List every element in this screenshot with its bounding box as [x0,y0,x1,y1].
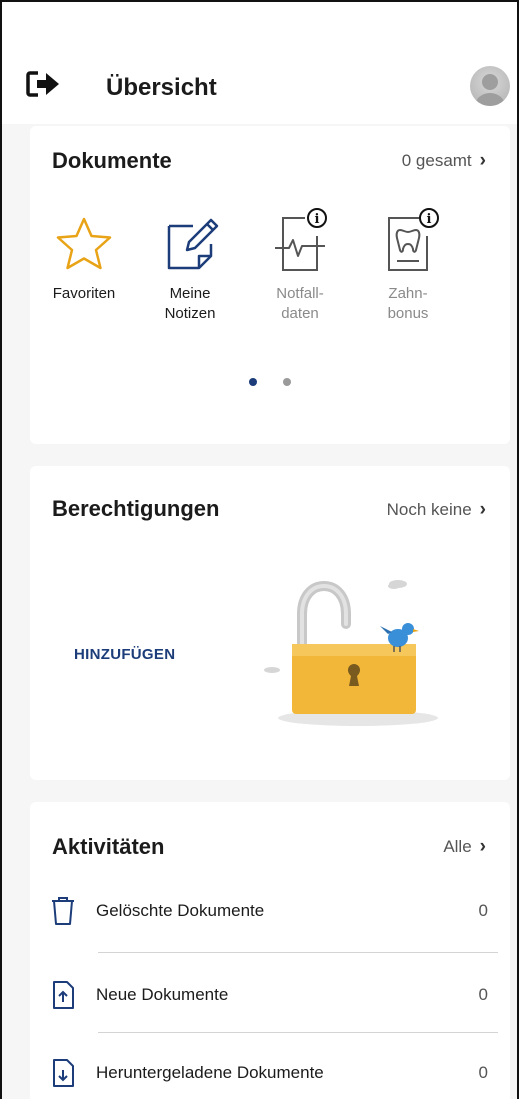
permissions-link[interactable]: Noch keine › [387,499,486,521]
chevron-right-icon: › [479,499,486,520]
logout-icon[interactable] [26,70,62,98]
activity-row-downloaded[interactable]: Heruntergeladene Dokumente 0 [50,1042,498,1099]
chevron-right-icon: › [479,150,486,171]
permissions-link-label: Noch keine [386,500,472,519]
activity-row-deleted[interactable]: Gelöschte Dokumente 0 [50,880,498,942]
documents-total-link[interactable]: 0 gesamt › [402,150,486,172]
user-avatar[interactable] [470,66,510,106]
tile-dental-bonus[interactable]: i Zahn- bonus [360,206,456,324]
star-icon [56,217,112,270]
tile-my-notes-label-1: Meine [169,285,211,302]
divider [98,1032,498,1033]
documents-card: Dokumente 0 gesamt › Favoriten Meine Not… [30,126,510,444]
activity-label: Neue Dokumente [96,985,229,1004]
app-frame: Übersicht Dokumente 0 gesamt › Favoriten [0,0,519,1099]
tile-emergency-data[interactable]: i Notfall- daten [252,206,348,324]
documents-total-label: 0 gesamt [401,151,472,170]
emergency-data-icon: i [275,208,327,271]
chevron-right-icon: › [479,836,486,857]
page-dot-active[interactable] [249,378,257,386]
tooth-icon: i [388,208,439,271]
svg-text:i: i [315,212,320,227]
activity-count: 0 [478,901,488,920]
activities-title: Aktivitäten [52,834,165,859]
documents-title: Dokumente [52,148,172,173]
note-pencil-icon [167,218,219,270]
activities-all-link[interactable]: Alle › [443,836,486,858]
permissions-title: Berechtigungen [52,496,220,521]
activity-count: 0 [478,1063,488,1082]
page-dot[interactable] [283,378,291,386]
activity-row-new[interactable]: Neue Dokumente 0 [50,964,498,1026]
page-indicator [30,378,510,386]
tile-my-notes[interactable]: Meine Notizen [142,210,238,324]
tile-favorites-label: Favoriten [52,285,116,302]
divider [98,952,498,953]
tile-my-notes-label-2: Notizen [164,305,216,322]
open-padlock-illustration [264,580,438,726]
page-title: Übersicht [106,74,217,101]
activity-count: 0 [478,985,488,1004]
upload-document-icon [53,981,74,1009]
trash-icon [52,897,74,925]
tile-emergency-label-2: daten [281,305,319,322]
tile-favorites[interactable]: Favoriten [36,214,132,304]
activities-all-label: Alle [443,837,472,856]
activities-card: Aktivitäten Alle › Gelöschte Dokumente 0… [30,802,510,1099]
activity-label: Heruntergeladene Dokumente [96,1063,324,1082]
add-permission-button[interactable]: HINZUFÜGEN [74,646,175,663]
tile-dental-label-2: bonus [387,305,429,322]
download-document-icon [53,1059,74,1087]
app-bar: Übersicht [2,2,517,124]
tile-emergency-label-1: Notfall- [276,285,324,302]
permissions-card: Berechtigungen Noch keine › HINZUFÜGEN [30,466,510,780]
tile-dental-label-1: Zahn- [388,285,428,302]
activity-label: Gelöschte Dokumente [96,901,265,920]
svg-text:i: i [427,212,432,227]
